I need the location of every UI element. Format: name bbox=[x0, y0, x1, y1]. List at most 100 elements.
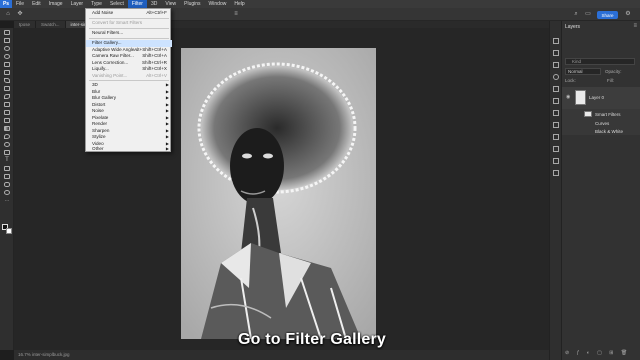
layer-row-layer-0[interactable]: ◉ Layer 0 bbox=[562, 87, 640, 109]
more-tools-icon[interactable]: … bbox=[0, 196, 14, 204]
zoom-tool-icon[interactable] bbox=[0, 188, 14, 196]
panel-icon-strip bbox=[549, 21, 561, 360]
menu-item-convert-smart-filters[interactable]: Convert for Smart Filters bbox=[86, 20, 172, 27]
doc-tab[interactable]: tpose bbox=[14, 21, 37, 28]
path-selection-tool-icon[interactable] bbox=[0, 164, 14, 172]
menu-view[interactable]: View bbox=[161, 0, 180, 8]
menu-item-label: Other bbox=[92, 146, 104, 151]
video-caption: Go to Filter Gallery bbox=[238, 331, 387, 348]
menu-item-label: Render bbox=[92, 121, 108, 126]
pen-tool-icon[interactable] bbox=[0, 148, 14, 156]
workspace-icon[interactable]: ▭ bbox=[584, 11, 592, 18]
photoshop-logo[interactable]: Ps bbox=[0, 0, 12, 8]
menu-item-label: Blur Gallery bbox=[92, 95, 116, 100]
menu-item-shortcut: Alt+Ctrl+V bbox=[146, 72, 167, 78]
layer-name: Smart Filters bbox=[595, 112, 621, 117]
blur-tool-icon[interactable] bbox=[0, 132, 14, 140]
eraser-tool-icon[interactable] bbox=[0, 116, 14, 124]
menu-item-shortcut: Alt+Ctrl+F bbox=[146, 10, 167, 15]
menu-image[interactable]: Image bbox=[45, 0, 67, 8]
healing-brush-tool-icon[interactable] bbox=[0, 84, 14, 92]
menu-item-label: Neural Filters... bbox=[92, 30, 124, 35]
menu-item-label: Adaptive Wide Angle... bbox=[92, 46, 139, 52]
layer-row-curves[interactable]: Curves bbox=[562, 119, 640, 127]
layer-name: Curves bbox=[595, 121, 610, 126]
menu-separator bbox=[89, 80, 169, 81]
opacity-label: Opacity: bbox=[605, 69, 622, 74]
layer-name: Black & White bbox=[595, 129, 624, 134]
menu-layer[interactable]: Layer bbox=[67, 0, 88, 8]
menu-bar: Ps File Edit Image Layer Type Select Fil… bbox=[0, 0, 640, 8]
gradient-tool-icon[interactable] bbox=[0, 124, 14, 132]
menu-item-label: Add Noise bbox=[92, 10, 114, 15]
lasso-tool-icon[interactable] bbox=[0, 44, 14, 52]
lock-label: Lock: Fill: bbox=[565, 77, 637, 84]
menu-item-label: Filter Gallery... bbox=[92, 40, 122, 45]
layers-tab[interactable]: Layers bbox=[565, 24, 580, 30]
move-tool-icon[interactable] bbox=[0, 28, 14, 36]
layers-panel: Layers ≡ Kind Normal Opacity: Lock: Fill… bbox=[561, 21, 640, 360]
menu-edit[interactable]: Edit bbox=[28, 0, 45, 8]
menu-filter[interactable]: Filter bbox=[127, 0, 147, 8]
doc-tab[interactable]: Swatch... bbox=[36, 21, 66, 28]
layer-name: Layer 0 bbox=[589, 95, 605, 100]
filter-dropdown-menu: Add Noise Alt+Ctrl+F Convert for Smart Fi… bbox=[85, 8, 172, 153]
menu-item-label: Sharpen bbox=[92, 127, 110, 133]
menu-3d[interactable]: 3D bbox=[147, 0, 161, 8]
layer-row-smart-filters[interactable]: Smart Filters bbox=[562, 109, 640, 119]
history-brush-tool-icon[interactable] bbox=[0, 108, 14, 116]
color-swatches[interactable] bbox=[2, 224, 12, 234]
rectangle-tool-icon[interactable] bbox=[0, 172, 14, 180]
menu-item-label: Video bbox=[92, 140, 104, 146]
tools-panel: T … bbox=[0, 28, 14, 350]
layer-row-black-white[interactable]: Black & White bbox=[562, 127, 640, 135]
menu-type[interactable]: Type bbox=[87, 0, 106, 8]
menu-item-label: Stylize bbox=[92, 134, 106, 139]
panel-menu-icon[interactable]: ≡ bbox=[633, 23, 637, 29]
search-icon[interactable]: ⌕ bbox=[572, 11, 580, 18]
quick-select-tool-icon[interactable] bbox=[0, 52, 14, 60]
eyedropper-tool-icon[interactable] bbox=[0, 76, 14, 84]
menu-file[interactable]: File bbox=[12, 0, 28, 8]
menu-select[interactable]: Select bbox=[106, 0, 128, 8]
visibility-eye-icon[interactable]: ◉ bbox=[566, 94, 570, 100]
menu-window[interactable]: Window bbox=[205, 0, 231, 8]
layer-thumbnail bbox=[575, 90, 586, 105]
menu-item-add-noise[interactable]: Add Noise Alt+Ctrl+F bbox=[86, 10, 172, 17]
menu-item-label: Lens Correction... bbox=[92, 59, 129, 65]
layers-panel-bottom-icons[interactable]: ⊘ ƒ ◐ ▢ ⊞ 🗑 bbox=[565, 350, 630, 356]
hand-tool-icon[interactable] bbox=[0, 180, 14, 188]
menu-item-label: Distort bbox=[92, 101, 106, 107]
marquee-tool-icon[interactable] bbox=[0, 36, 14, 44]
menu-item-neural-filters[interactable]: Neural Filters... bbox=[86, 30, 172, 37]
fill-label: Fill: bbox=[607, 78, 615, 83]
layer-filter-kind[interactable]: Kind bbox=[565, 58, 635, 65]
portrait-image bbox=[181, 48, 376, 339]
menu-item-vanishing-point[interactable]: Vanishing Point... Alt+Ctrl+V bbox=[86, 73, 172, 80]
menu-item-label: Liquify... bbox=[92, 66, 109, 71]
menu-plugins[interactable]: Plugins bbox=[180, 0, 204, 8]
frame-tool-icon[interactable] bbox=[0, 68, 14, 76]
background-color-swatch[interactable] bbox=[6, 228, 12, 234]
align-icon[interactable]: ≡ bbox=[232, 11, 240, 18]
brush-tool-icon[interactable] bbox=[0, 92, 14, 100]
menu-item-label: Blur bbox=[92, 88, 101, 94]
status-bar: 16.7% inter-simplbuck.jpg bbox=[14, 350, 549, 360]
menu-help[interactable]: Help bbox=[230, 0, 248, 8]
type-tool-icon[interactable]: T bbox=[0, 156, 14, 164]
home-icon[interactable]: ⌂ bbox=[4, 11, 12, 18]
crop-tool-icon[interactable] bbox=[0, 60, 14, 68]
document-image[interactable] bbox=[181, 48, 376, 339]
move-tool-icon[interactable]: ✥ bbox=[16, 11, 24, 18]
submenu-arrow-icon: ▶ bbox=[165, 146, 169, 151]
menu-item-label: Camera Raw Filter... bbox=[92, 53, 134, 58]
lock-text: Lock: bbox=[565, 78, 576, 83]
settings-icon[interactable]: ⚙ bbox=[624, 11, 632, 18]
menu-separator bbox=[89, 18, 169, 19]
blend-mode-select[interactable]: Normal bbox=[565, 68, 601, 75]
clone-stamp-tool-icon[interactable] bbox=[0, 100, 14, 108]
menu-item-label: Convert for Smart Filters bbox=[92, 20, 143, 25]
menu-item-other[interactable]: Other ▶ bbox=[86, 146, 172, 153]
dodge-tool-icon[interactable] bbox=[0, 140, 14, 148]
share-button[interactable]: Share bbox=[597, 11, 618, 19]
